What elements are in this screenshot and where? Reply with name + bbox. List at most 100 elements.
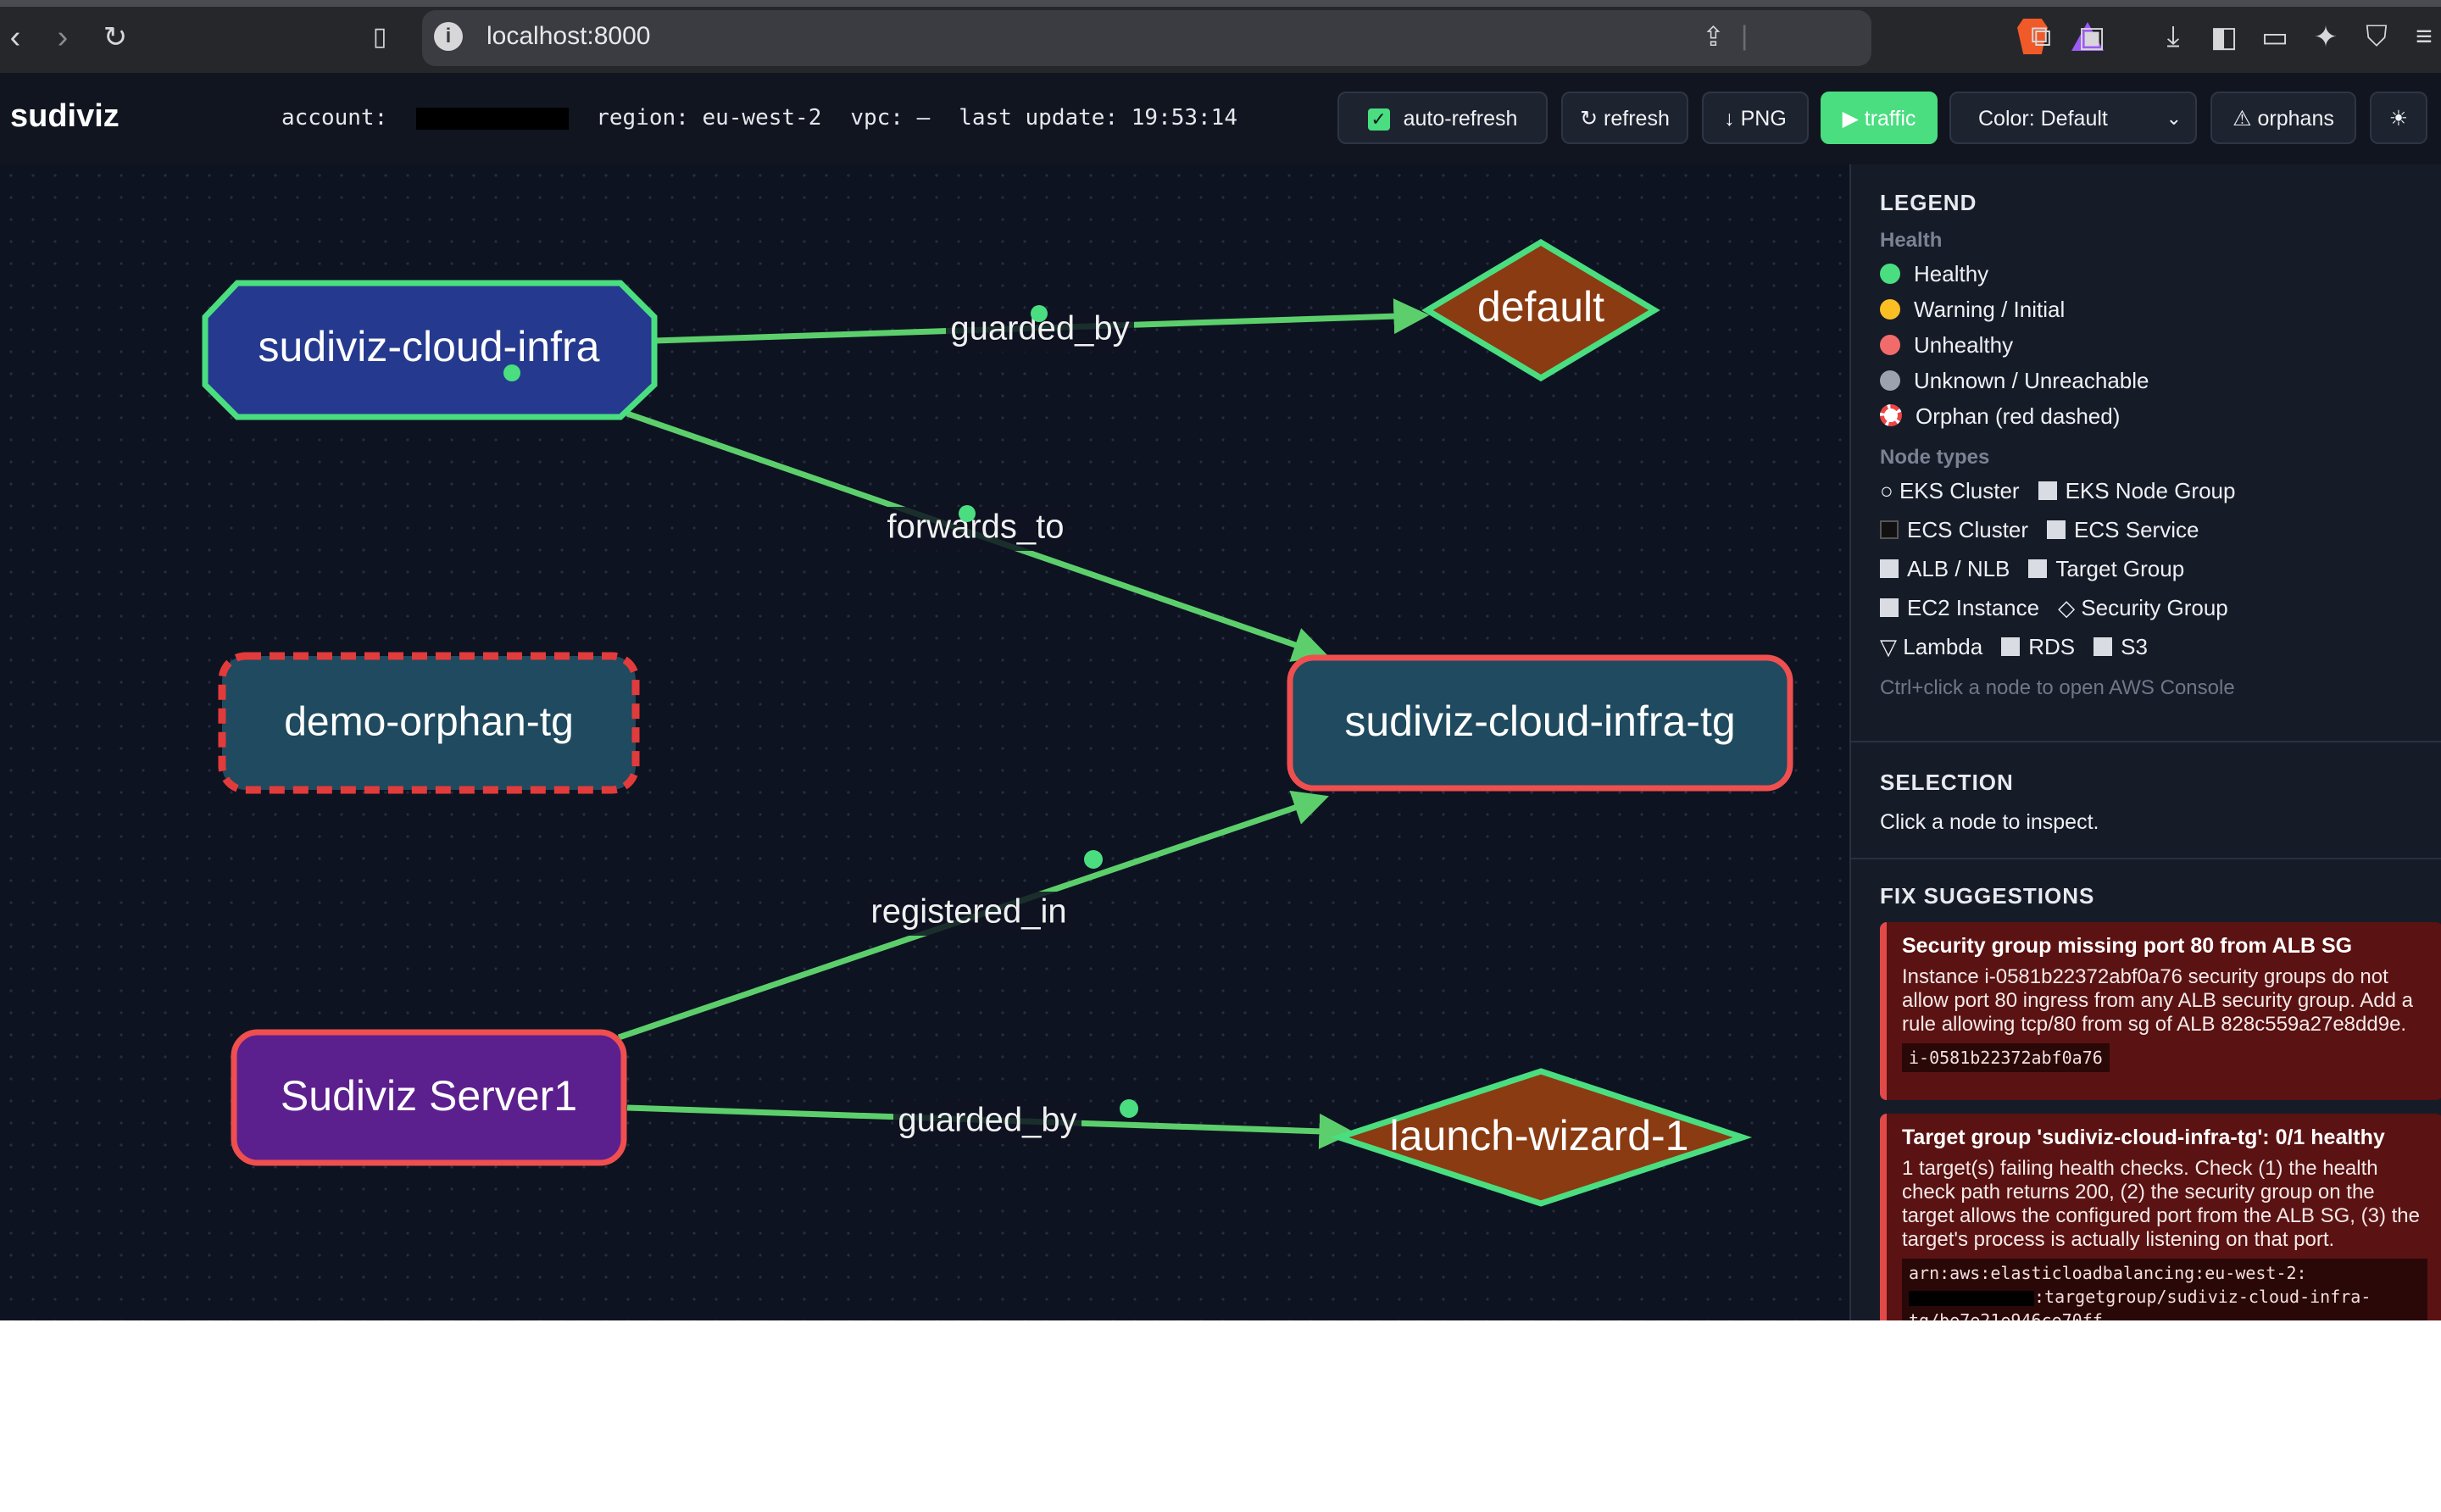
edge-label-forwards-to: forwards_to	[881, 507, 1070, 551]
node-types-row-4: EC2 Instance ◇ Security Group	[1880, 595, 2228, 621]
node-security-group-default[interactable]: default	[1421, 238, 1660, 382]
square-icon	[2093, 637, 2113, 656]
traffic-particle	[503, 364, 520, 381]
forward-arrow-icon[interactable]: ›	[39, 14, 86, 61]
legend-healthy: Healthy	[1880, 261, 1988, 287]
node-label: sudiviz-cloud-infra-tg	[1344, 698, 1735, 745]
wallet-icon[interactable]: ▭	[2258, 20, 2292, 54]
svg-text:guarded_by: guarded_by	[898, 1102, 1076, 1139]
auto-refresh-label: auto-refresh	[1403, 107, 1518, 131]
graph-canvas[interactable]: sudiviz-cloud-infra default demo-orphan-…	[0, 164, 1849, 1320]
orphan-dashed-dot-icon	[1880, 404, 1902, 426]
fix-title: Security group missing port 80 from ALB …	[1902, 934, 2353, 958]
fix-card-sg-port[interactable]: Security group missing port 80 from ALB …	[1880, 922, 2441, 1100]
address-bar[interactable]: i localhost:8000 ⇪ |	[422, 10, 2104, 66]
node-eks-cluster[interactable]: sudiviz-cloud-infra	[202, 280, 658, 420]
fix-title: Target group 'sudiviz-cloud-infra-tg': 0…	[1902, 1126, 2385, 1149]
sidebar-icon[interactable]: ◧	[2207, 20, 2241, 54]
reader-icon[interactable]: ▣	[2075, 20, 2109, 54]
app-header: sudiviz account: region: eu-west-2 vpc: — l…	[0, 73, 2441, 164]
fix-suggestions-title: FIX SUGGESTIONS	[1880, 883, 2095, 909]
download-icon[interactable]: ⤓	[2156, 20, 2190, 53]
node-target-group[interactable]: sudiviz-cloud-infra-tg	[1287, 654, 1793, 792]
node-types-subtitle: Node types	[1880, 446, 1990, 469]
edge-label-guarded-by-2: guarded_by	[893, 1100, 1081, 1144]
gray-dot-icon	[1880, 370, 1900, 391]
traffic-particle	[1031, 305, 1048, 322]
last-update-text: last update: 19:53:14	[959, 105, 1237, 131]
site-info-icon[interactable]: i	[434, 22, 463, 51]
edge-label-registered-in: registered_in	[865, 892, 1073, 936]
resource-id-code[interactable]: i-0581b22372abf0a76	[1902, 1043, 2110, 1072]
legend-orphan: Orphan (red dashed)	[1880, 403, 2120, 430]
traffic-particle	[1120, 1099, 1138, 1118]
resource-arn-code[interactable]: arn:aws:elasticloadbalancing:eu-west-2::…	[1902, 1259, 2427, 1320]
account-id-redacted	[1909, 1290, 2034, 1306]
traffic-button[interactable]: ▶ traffic	[1821, 92, 1938, 144]
square-icon	[2001, 637, 2021, 656]
green-dot-icon	[1880, 264, 1900, 284]
node-security-group-launch-wizard[interactable]: launch-wizard-1	[1329, 1068, 1753, 1207]
png-export-button[interactable]: ↓ PNG	[1702, 92, 1809, 144]
legend-title: LEGEND	[1880, 190, 1977, 215]
back-arrow-icon[interactable]: ‹	[0, 14, 39, 61]
triangle-down-icon: ▽	[1880, 634, 1897, 659]
square-icon	[2038, 481, 2057, 500]
square-icon	[1880, 598, 1899, 617]
selection-text: Click a node to inspect.	[1880, 810, 2099, 834]
fix-body: 1 target(s) failing health checks. Check…	[1902, 1157, 2420, 1251]
browser-toolbar: ‹ › ↻ ▯ i localhost:8000 ⇪ | ⧉ ▣ ⤓ ◧ ▭ ✦…	[0, 0, 2441, 73]
theme-toggle-button[interactable]: ☀	[2370, 92, 2427, 144]
diamond-outline-icon: ◇	[2058, 595, 2076, 620]
node-label: Sudiviz Server1	[281, 1072, 577, 1120]
selection-title: SELECTION	[1880, 770, 2014, 795]
chevron-down-icon: ⌄	[2166, 108, 2182, 129]
yellow-dot-icon	[1880, 299, 1900, 320]
square-icon	[1880, 559, 1899, 578]
legend-unhealthy: Unhealthy	[1880, 332, 2013, 359]
divider	[1851, 858, 2441, 859]
traffic-particle	[1084, 850, 1103, 869]
circle-outline-icon: ○	[1880, 478, 1893, 503]
node-types-row-3: ALB / NLB Target Group	[1880, 556, 2184, 582]
checkbox-checked-icon[interactable]: ✓	[1367, 108, 1390, 131]
traffic-particle	[959, 505, 976, 522]
auto-refresh-toggle[interactable]: ✓ auto-refresh	[1337, 92, 1548, 144]
graph-svg[interactable]: sudiviz-cloud-infra default demo-orphan-…	[0, 164, 1849, 1320]
node-label: sudiviz-cloud-infra	[259, 323, 600, 370]
node-types-row-2: ECS Cluster ECS Service	[1880, 517, 2199, 543]
fix-body: Instance i-0581b22372abf0a76 security gr…	[1902, 965, 2413, 1036]
node-types-row-5: ▽ Lambda RDS S3	[1880, 634, 2148, 659]
orphans-button[interactable]: ⚠ orphans	[2210, 92, 2356, 144]
health-subtitle: Health	[1880, 229, 1943, 252]
right-sidebar: LEGEND Health Healthy Warning / Initial …	[1849, 164, 2441, 1320]
extensions-icon[interactable]: ⧉	[2024, 20, 2058, 53]
legend-unknown: Unknown / Unreachable	[1880, 368, 2149, 394]
divider	[1851, 741, 2441, 742]
leo-ai-icon[interactable]: ✦	[2309, 20, 2343, 54]
color-mode-select[interactable]: Color: Default ⌄	[1949, 92, 2197, 144]
vpc-text: vpc: —	[850, 105, 931, 131]
bookmark-icon[interactable]: ▯	[356, 14, 403, 61]
node-ec2-instance[interactable]: Sudiviz Server1	[231, 1029, 627, 1166]
color-mode-value: Color: Default	[1978, 107, 2108, 131]
menu-icon[interactable]: ≡	[2407, 20, 2441, 53]
url-text[interactable]: localhost:8000	[487, 22, 650, 51]
dark-square-icon	[1880, 520, 1899, 539]
fix-card-target-group[interactable]: Target group 'sudiviz-cloud-infra-tg': 0…	[1880, 1114, 2441, 1320]
legend-warning: Warning / Initial	[1880, 297, 2065, 323]
node-label: launch-wizard-1	[1390, 1112, 1689, 1159]
share-icon[interactable]: ⇪	[1702, 20, 1725, 53]
node-orphan-target-group[interactable]: demo-orphan-tg	[218, 652, 640, 794]
reload-icon[interactable]: ↻	[92, 14, 139, 61]
separator: |	[1741, 20, 1749, 51]
square-icon	[2047, 520, 2066, 539]
status-meta: account: region: eu-west-2 vpc: — last upda…	[281, 105, 1237, 131]
account-label: account:	[281, 105, 388, 131]
region-text: region: eu-west-2	[596, 105, 822, 131]
vpn-shield-icon[interactable]: ⛉	[2360, 20, 2394, 53]
square-icon	[2028, 559, 2048, 578]
node-label: demo-orphan-tg	[284, 700, 574, 745]
refresh-button[interactable]: ↻ refresh	[1561, 92, 1688, 144]
account-id-redacted	[416, 107, 570, 130]
